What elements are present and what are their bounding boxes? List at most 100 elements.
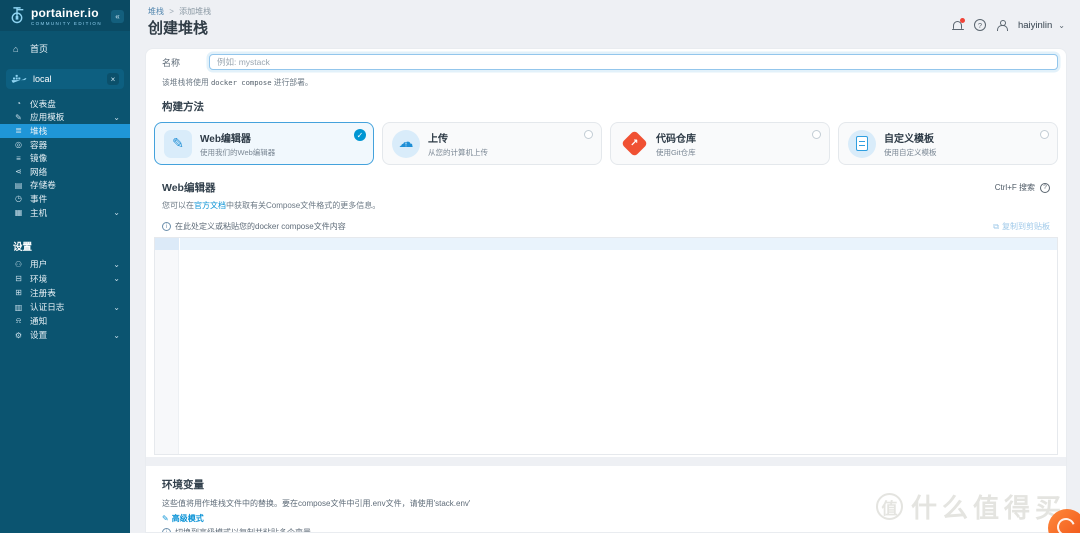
sidebar-item-events[interactable]: ◷ 事件 [0, 192, 130, 206]
web-editor-bubble: ✎ [164, 129, 192, 158]
name-field-row: 名称 [154, 54, 1058, 70]
radio-unselected [812, 130, 821, 139]
stack-name-input[interactable] [209, 54, 1058, 70]
sidebar-item-users[interactable]: ⚇ 用户 ⌄ [0, 257, 130, 271]
sidebar-item-networks[interactable]: ⋖ 网络 [0, 165, 130, 179]
sidebar-item-containers[interactable]: ◎ 容器 [0, 138, 130, 152]
registries-icon: ⊞ [15, 288, 22, 298]
method-web-editor[interactable]: ✎ Web编辑器 使用我们的Web编辑器 ✓ [154, 122, 374, 165]
deploy-note: 该堆栈将使用 docker compose 进行部署。 [162, 78, 313, 87]
build-method-options: ✎ Web编辑器 使用我们的Web编辑器 ✓ ☁ ↑ 上传 从您的计算机上传 ↗ [154, 122, 1058, 165]
sidebar-item-stacks[interactable]: ≣ 堆栈 [0, 124, 130, 138]
advanced-mode-hint: i 切换到高级模式以复制并粘贴多个变量 [162, 527, 1066, 532]
environments-icon: ⊟ [15, 274, 22, 284]
editor-gutter [155, 238, 179, 454]
images-icon: ≡ [16, 153, 21, 163]
upload-bubble: ☁ ↑ [392, 129, 420, 158]
auth-logs-icon: ▥ [14, 302, 23, 312]
method-custom-template[interactable]: 自定义模板 使用自定义模板 [838, 122, 1058, 165]
pencil-icon: ✎ [162, 514, 169, 523]
dashboard-icon: ◔ [16, 99, 21, 109]
notification-dot [959, 18, 965, 23]
editor-info-row: i 在此处定义或粘贴您的docker compose文件内容 ⧉ 复制到剪贴板 [162, 221, 1050, 232]
editor-active-line [180, 238, 1057, 250]
sidebar-item-images[interactable]: ≡ 镜像 [0, 151, 130, 165]
official-docs-link[interactable]: 官方文档 [194, 201, 226, 210]
breadcrumb: 堆栈 > 添加堆栈 [148, 6, 211, 17]
docker-whale-icon [11, 74, 27, 83]
sidebar-item-environments[interactable]: ⊟ 环境 ⌄ [0, 272, 130, 286]
sidebar-item-registries[interactable]: ⊞ 注册表 [0, 286, 130, 300]
sidebar-collapse-button[interactable]: « [111, 9, 124, 23]
volumes-icon: ▤ [14, 180, 23, 190]
help-button[interactable]: ? [973, 19, 986, 31]
build-method-heading: 构建方法 [162, 101, 204, 113]
environment-close-icon[interactable]: × [107, 73, 119, 85]
containers-icon: ◎ [15, 140, 22, 150]
pencil-square-icon: ✎ [172, 135, 184, 151]
chevron-down-icon: ⌄ [113, 274, 120, 284]
method-upload[interactable]: ☁ ↑ 上传 从您的计算机上传 [382, 122, 602, 165]
web-editor-heading: Web编辑器 [162, 182, 216, 194]
environment-menu: ◔ 仪表盘 ✎ 应用模板 ⌄ ≣ 堆栈 ◎ 容器 ≡ 镜像 ⋖ 网络 ▤ 存储卷 [0, 97, 130, 219]
sidebar-item-settings[interactable]: ⚙ 设置 ⌄ [0, 328, 130, 342]
stacks-icon: ≣ [15, 126, 22, 136]
breadcrumb-current: 添加堆栈 [179, 7, 212, 16]
sidebar-item-auth-logs[interactable]: ▥ 认证日志 ⌄ [0, 300, 130, 314]
chevron-down-icon: ⌄ [113, 208, 120, 218]
env-vars-heading: 环境变量 [162, 479, 204, 491]
networks-icon: ⋖ [15, 167, 22, 177]
sidebar-item-home[interactable]: ⌂ 首页 [0, 41, 130, 56]
sidebar-item-notifications[interactable]: ⍾ 通知 [0, 314, 130, 328]
environment-selector-local[interactable]: local × [6, 69, 124, 89]
user-menu-button[interactable] [995, 18, 1009, 32]
name-label: 名称 [162, 57, 181, 68]
radio-unselected [1040, 130, 1049, 139]
info-icon: i [162, 222, 171, 231]
info-icon: i [162, 528, 171, 532]
logo-row: portainer.io COMMUNITY EDITION « [0, 0, 130, 31]
advanced-mode-link[interactable]: ✎ 高级模式 [162, 513, 1066, 524]
chevron-down-icon: ⌄ [113, 259, 120, 269]
docker-compose-code: docker compose [210, 78, 272, 87]
method-git-repository[interactable]: ↗ 代码仓库 使用Git仓库 [610, 122, 830, 165]
compose-code-editor[interactable]: 1 [154, 237, 1058, 455]
bell-icon: ⍾ [15, 316, 22, 326]
settings-section-header: 设置 [13, 242, 33, 254]
radio-unselected [584, 130, 593, 139]
sidebar-item-app-templates[interactable]: ✎ 应用模板 ⌄ [0, 111, 130, 125]
sidebar-item-label: 首页 [30, 44, 49, 54]
chevron-down-icon: ⌄ [113, 302, 120, 312]
sidebar-item-volumes[interactable]: ▤ 存储卷 [0, 179, 130, 193]
git-bubble: ↗ [620, 130, 648, 158]
users-icon: ⚇ [14, 259, 23, 269]
template-bubble [848, 129, 876, 158]
selected-check-icon: ✓ [354, 129, 366, 141]
notifications-bell-button[interactable] [951, 18, 965, 32]
create-stack-form-card: 名称 该堆栈将使用 docker compose 进行部署。 构建方法 ✎ We… [145, 48, 1067, 533]
app-edition: COMMUNITY EDITION [31, 21, 102, 26]
copy-to-clipboard-button[interactable]: ⧉ 复制到剪贴板 [993, 221, 1050, 232]
breadcrumb-stacks-link[interactable]: 堆栈 [148, 7, 164, 16]
chevron-down-icon: ⌄ [113, 330, 120, 340]
gear-icon: ⚙ [14, 330, 23, 340]
app-brand: portainer.io [31, 6, 99, 20]
home-icon: ⌂ [13, 43, 19, 54]
web-editor-header: Web编辑器 Ctrl+F 搜索 ? [162, 180, 1050, 195]
username[interactable]: haiyinlin [1018, 20, 1052, 31]
document-icon [856, 136, 868, 151]
sidebar: portainer.io COMMUNITY EDITION « ⌂ 首页 lo… [0, 0, 130, 533]
environment-name: local [33, 74, 52, 84]
host-icon: ▦ [14, 208, 23, 218]
env-vars-description: 这些值将用作堆栈文件中的替换。要在compose文件中引用.env文件，请使用'… [162, 499, 471, 508]
help-icon[interactable]: ? [1040, 182, 1050, 193]
git-icon: ↗ [620, 130, 648, 157]
editor-info-text: 在此处定义或粘贴您的docker compose文件内容 [175, 222, 346, 231]
search-hint: Ctrl+F 搜索 [994, 183, 1035, 192]
events-icon: ◷ [15, 194, 22, 204]
page-title: 创建堆栈 [148, 20, 209, 37]
copy-icon: ⧉ [993, 221, 999, 231]
user-icon [996, 19, 1008, 31]
sidebar-item-dashboard[interactable]: ◔ 仪表盘 [0, 97, 130, 111]
sidebar-item-host[interactable]: ▦ 主机 ⌄ [0, 206, 130, 220]
